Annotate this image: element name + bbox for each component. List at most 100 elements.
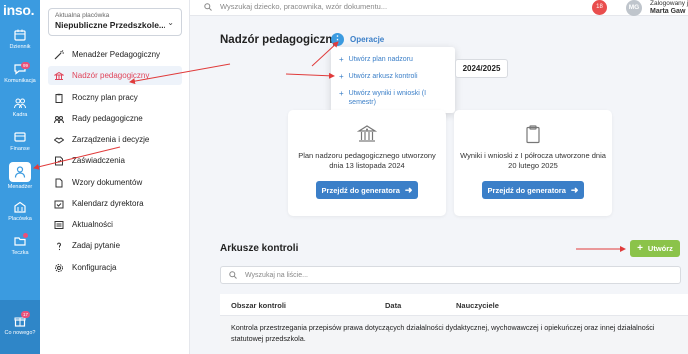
sidebar-item-label: Wzory dokumentów (72, 178, 143, 187)
rail-item-label: Co nowego? (4, 330, 36, 336)
sidebar-item-zadaj-pytanie[interactable]: Zadaj pytanie (48, 236, 182, 255)
rail-item-finanse[interactable]: Finanse (0, 130, 40, 152)
table-cell-area: Kontrola przestrzegania przepisów prawa … (231, 323, 655, 343)
sidebar-item-label: Nadzór pedagogiczny (72, 71, 150, 80)
arrow-right-icon: ➜ (570, 184, 579, 195)
sidebar-item-label: Zaświadczenia (72, 156, 125, 165)
rail-item-label: Menadżer (7, 184, 33, 190)
card-description: Plan nadzoru pedagogicznego utworzony dn… (298, 151, 436, 170)
dot-badge (23, 233, 28, 238)
building-icon (14, 201, 26, 213)
plus-icon: + (637, 243, 643, 254)
left-rail: inso. Dziennik Komunikacja 99 Kadra Fina… (0, 0, 40, 354)
document-icon (55, 178, 63, 187)
create-button[interactable]: + Utwórz (630, 240, 680, 257)
certificate-icon (55, 156, 63, 165)
avatar[interactable]: MG (626, 0, 642, 16)
list-search-placeholder: Wyszukaj na liście... (245, 271, 308, 279)
rail-item-kadra[interactable]: Kadra (0, 96, 40, 118)
rail-item-label: Kadra (12, 112, 28, 118)
sidebar-item-label: Menadżer Pedagogiczny (72, 50, 161, 59)
sidebar-item-zarzadzenia[interactable]: Zarządzenia i decyzje (48, 130, 182, 149)
rail-item-komunikacja[interactable]: Komunikacja 99 (0, 62, 40, 84)
sidebar-item-kalendarz[interactable]: Kalendarz dyrektora (48, 194, 182, 213)
rail-item-dziennik[interactable]: Dziennik (0, 28, 40, 50)
rail-item-label: Finanse (10, 146, 30, 152)
top-bar: Wyszukaj dziecko, pracownika, wzór dokum… (190, 0, 688, 16)
gear-icon (55, 263, 63, 272)
annotation-arrow (285, 72, 335, 79)
sidebar-item-zaswiadczenia[interactable]: Zaświadczenia (48, 151, 182, 170)
global-search-placeholder: Wyszukaj dziecko, pracownika, wzór dokum… (220, 2, 388, 11)
rail-item-label: Dziennik (9, 44, 31, 50)
rail-item-co-nowego[interactable]: Co nowego? 17 (0, 311, 40, 336)
user-info[interactable]: Zalogowany j Marta Gaw (650, 0, 688, 16)
sidebar-item-nadzor-pedagogiczny[interactable]: Nadzór pedagogiczny (48, 66, 182, 85)
notifications-bell-icon[interactable]: 18 (592, 0, 607, 15)
rail-item-label: Komunikacja (4, 78, 36, 84)
sidebar-item-label: Konfiguracja (72, 263, 117, 272)
plus-icon: + (339, 72, 344, 81)
sidebar-item-roczny-plan[interactable]: Roczny plan pracy (48, 88, 182, 107)
manager-icon (14, 166, 26, 178)
facility-name: Niepubliczne Przedszkole... (55, 20, 165, 30)
operations-dropdown: + Utwórz plan nadzoru + Utwórz arkusz ko… (331, 47, 455, 113)
handshake-icon (54, 136, 64, 144)
go-to-generator-button[interactable]: Przejdź do generatora ➜ (482, 181, 584, 199)
operations-button[interactable]: Operacje (350, 35, 384, 44)
unread-badge: 99 (21, 62, 31, 69)
table-row[interactable]: Kontrola przestrzegania przepisów prawa … (220, 316, 688, 354)
create-supervision-plan-item[interactable]: + Utwórz plan nadzoru (339, 56, 413, 64)
sidebar-item-aktualnosci[interactable]: Aktualności (48, 215, 182, 234)
rail-item-label: Placówka (8, 216, 32, 222)
group-icon (54, 115, 64, 123)
clipboard-icon (55, 93, 63, 103)
sidebar-item-label: Rady pedagogiczne (72, 114, 143, 123)
rail-item-placowka[interactable]: Placówka (0, 200, 40, 222)
sidebar-item-rady-pedagogiczne[interactable]: Rady pedagogiczne (48, 109, 182, 128)
wand-icon (54, 49, 64, 59)
chevron-down-icon: ⌄ (167, 18, 174, 27)
table-header: Obszar kontroli Data Nauczyciele (220, 294, 688, 316)
arrow-right-icon: ➜ (404, 184, 413, 195)
list-search-input[interactable]: Wyszukaj na liście... (220, 266, 681, 284)
plus-icon: + (339, 55, 344, 64)
create-control-sheet-item[interactable]: + Utwórz arkusz kontroli (339, 73, 418, 81)
sidebar: Aktualna placówka Niepubliczne Przedszko… (40, 0, 190, 354)
rail-item-teczka[interactable]: Teczka (0, 233, 40, 256)
question-icon (57, 242, 61, 250)
rail-item-label: Teczka (11, 250, 29, 256)
column-header-date[interactable]: Data (385, 301, 401, 310)
sidebar-item-label: Kalendarz dyrektora (72, 199, 144, 208)
news-icon (54, 220, 64, 229)
create-results-item[interactable]: + Utwórz wyniki i wnioski (I semestr) (339, 90, 449, 107)
people-icon (14, 98, 26, 109)
facility-select[interactable]: Aktualna placówka Niepubliczne Przedszko… (48, 8, 182, 36)
column-header-teachers[interactable]: Nauczyciele (456, 301, 499, 310)
go-to-generator-button[interactable]: Przejdź do generatora ➜ (316, 181, 418, 199)
more-vertical-icon[interactable]: ⋮ (331, 33, 344, 46)
news-badge: 17 (21, 311, 31, 318)
clipboard-icon (526, 125, 540, 144)
search-icon (204, 2, 212, 11)
calendar-check-icon (54, 200, 64, 208)
rail-item-menadzer[interactable]: Menadżer (0, 162, 40, 190)
global-search[interactable]: Wyszukaj dziecko, pracownika, wzór dokum… (204, 2, 387, 11)
sidebar-item-konfiguracja[interactable]: Konfiguracja (48, 258, 182, 277)
plus-icon: + (339, 89, 344, 98)
sidebar-item-label: Roczny plan pracy (72, 93, 138, 102)
wallet-icon (14, 132, 26, 142)
column-header-area[interactable]: Obszar kontroli (231, 301, 286, 310)
logged-caption: Zalogowany j (650, 0, 688, 7)
institution-icon (357, 125, 377, 142)
section-title: Arkusze kontroli (220, 243, 299, 254)
school-year-select[interactable]: 2024/2025 (455, 59, 508, 78)
user-name: Marta Gaw (650, 8, 686, 15)
card-description: Wyniki i wnioski z I półrocza utworzone … (460, 151, 606, 170)
supervision-plan-card: Plan nadzoru pedagogicznego utworzony dn… (288, 110, 446, 216)
search-icon (229, 271, 237, 279)
facility-caption: Aktualna placówka (55, 12, 110, 19)
sidebar-item-wzory-dokumentow[interactable]: Wzory dokumentów (48, 173, 182, 192)
page-title: Nadzór pedagogiczny (220, 34, 339, 46)
sidebar-item-menadzer-pedagogiczny[interactable]: Menadżer Pedagogiczny (48, 45, 182, 64)
